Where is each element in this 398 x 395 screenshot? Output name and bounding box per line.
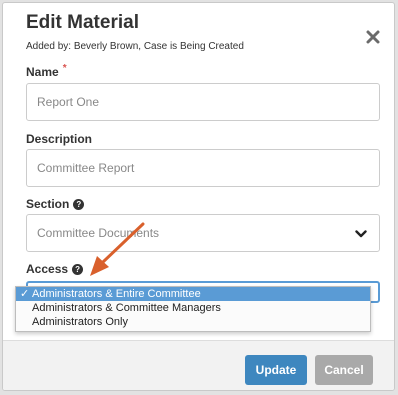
name-input[interactable]: Report One xyxy=(26,83,380,121)
help-icon[interactable]: ? xyxy=(72,263,84,275)
access-label: Access ? xyxy=(26,262,84,276)
description-label: Description xyxy=(26,132,93,146)
section-label: Section ? xyxy=(26,197,85,211)
modal-title: Edit Material xyxy=(26,12,139,33)
required-marker: * xyxy=(62,62,67,74)
close-icon[interactable] xyxy=(365,29,381,45)
description-input[interactable]: Committee Report xyxy=(26,149,380,187)
edit-material-modal: Edit Material Added by: Beverly Brown, C… xyxy=(2,2,395,391)
update-button[interactable]: Update xyxy=(245,355,307,385)
cancel-button[interactable]: Cancel xyxy=(315,355,373,385)
access-option[interactable]: Administrators Only xyxy=(16,315,370,329)
modal-subtitle: Added by: Beverly Brown, Case is Being C… xyxy=(26,41,244,52)
name-label: Name * xyxy=(26,62,67,80)
modal-footer: Update Cancel xyxy=(3,340,394,390)
section-select-value: Committee Documents xyxy=(37,226,160,240)
section-select[interactable]: Committee Documents xyxy=(26,214,380,252)
access-option[interactable]: ✓ Administrators & Entire Committee xyxy=(16,287,370,301)
check-icon: ✓ xyxy=(20,288,30,300)
access-dropdown-list: ✓ Administrators & Entire Committee Admin… xyxy=(15,286,371,332)
chevron-down-icon xyxy=(355,228,367,242)
access-option[interactable]: Administrators & Committee Managers xyxy=(16,301,370,315)
help-icon[interactable]: ? xyxy=(73,198,85,210)
